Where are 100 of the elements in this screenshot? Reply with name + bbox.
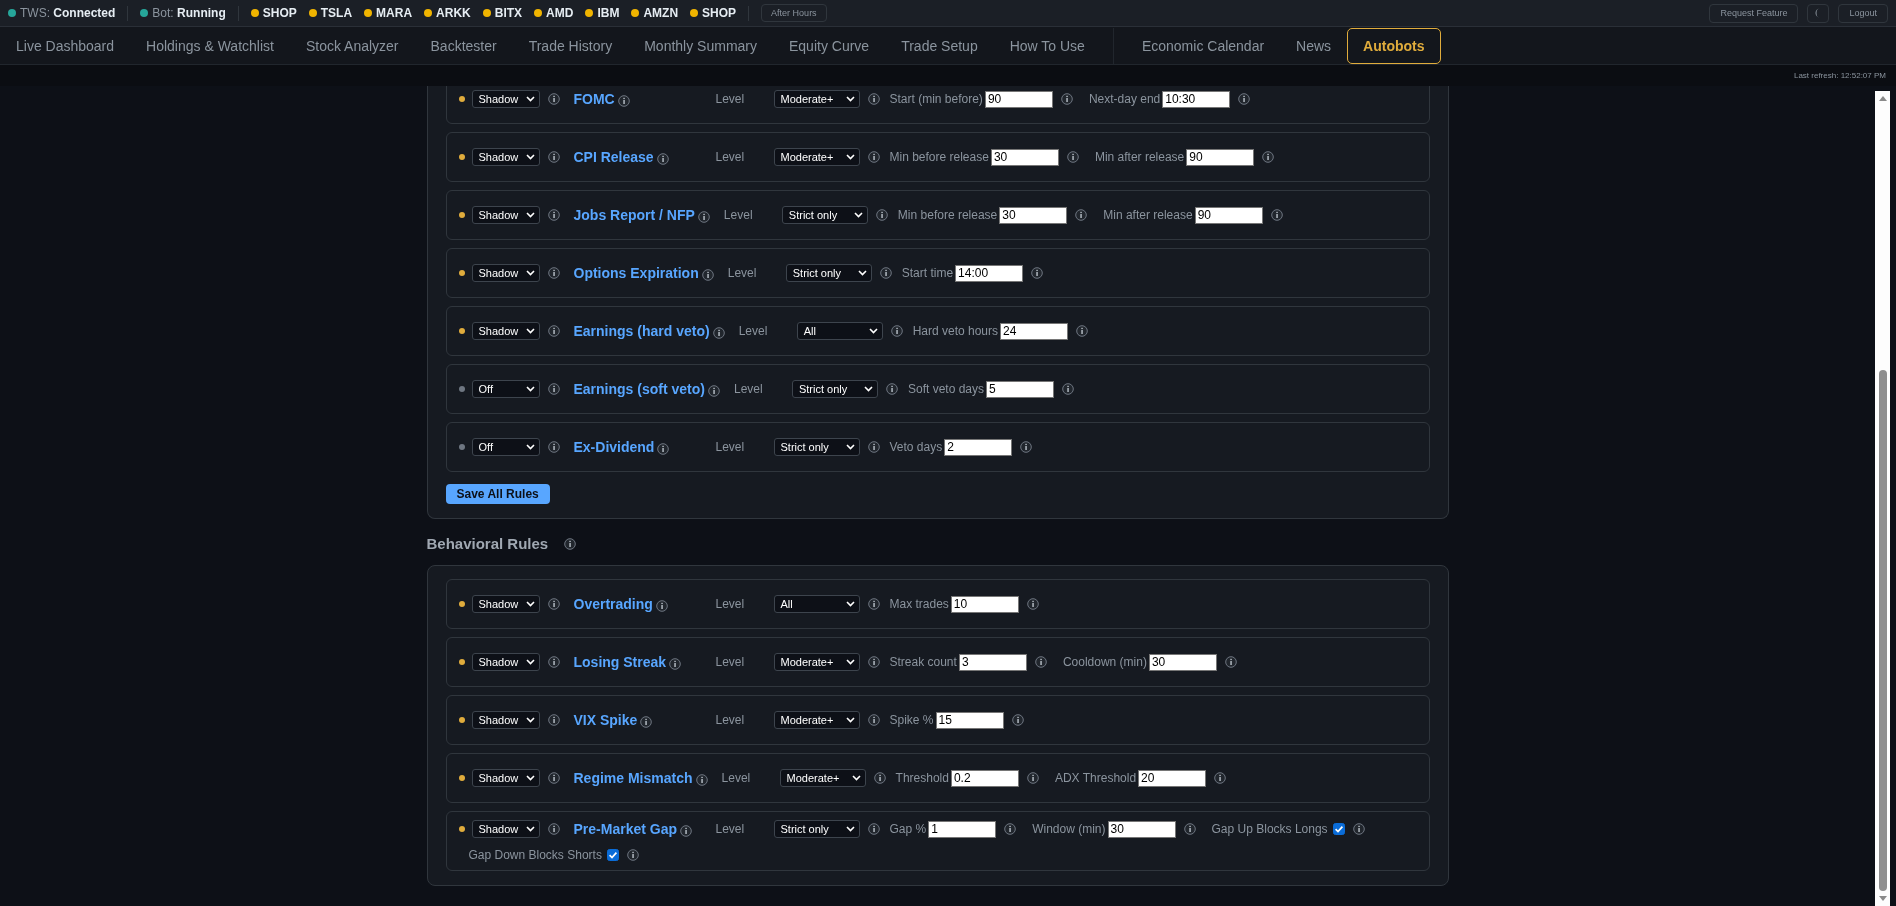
info-icon[interactable] <box>1026 598 1039 610</box>
nav-tab[interactable]: Monthly Summary <box>628 27 773 64</box>
info-icon[interactable] <box>1183 823 1196 835</box>
info-icon[interactable] <box>669 657 682 670</box>
info-icon[interactable] <box>867 93 880 105</box>
info-icon[interactable] <box>1020 441 1033 453</box>
input-field[interactable]: 30 <box>1107 820 1176 838</box>
info-icon[interactable] <box>873 772 886 784</box>
nav-tab[interactable]: Holdings & Watchlist <box>130 27 290 64</box>
mode-select[interactable]: Shadow <box>471 264 540 282</box>
scroll-down-icon[interactable] <box>1877 895 1888 902</box>
input-field[interactable]: 3 <box>958 653 1027 671</box>
checkbox[interactable] <box>1332 823 1345 835</box>
info-icon[interactable] <box>1026 772 1039 784</box>
logout-button[interactable]: Logout <box>1838 3 1888 23</box>
input-field[interactable]: 0.2 <box>950 769 1019 787</box>
info-icon[interactable] <box>1238 93 1251 105</box>
level-select[interactable]: Strict only <box>791 380 878 398</box>
scroll-up-icon[interactable] <box>1877 95 1888 102</box>
mode-select[interactable]: Shadow <box>471 148 540 166</box>
mode-select[interactable]: Shadow <box>471 820 540 838</box>
info-icon[interactable] <box>867 656 880 668</box>
level-select[interactable]: Moderate+ <box>773 148 860 166</box>
input-field[interactable]: 90 <box>1186 148 1255 166</box>
nav-tab[interactable]: Economic Calendar <box>1125 27 1281 64</box>
nav-tab[interactable]: Equity Curve <box>773 27 886 64</box>
input-field[interactable]: 5 <box>986 380 1054 398</box>
info-icon[interactable] <box>547 267 560 279</box>
mode-select[interactable]: Shadow <box>471 206 540 224</box>
nav-tab[interactable]: Trade History <box>512 27 629 64</box>
info-icon[interactable] <box>626 849 639 861</box>
nav-tab[interactable]: How To Use <box>993 27 1101 64</box>
info-icon[interactable] <box>656 152 669 165</box>
checkbox[interactable] <box>606 849 619 861</box>
mode-select[interactable]: Shadow <box>471 653 540 671</box>
level-select[interactable]: All <box>773 595 860 613</box>
level-select[interactable]: Strict only <box>785 264 872 282</box>
nav-tab[interactable]: Live Dashboard <box>0 27 131 64</box>
info-icon[interactable] <box>1076 325 1089 337</box>
level-select[interactable]: Moderate+ <box>773 711 860 729</box>
input-field[interactable]: 10:30 <box>1162 90 1231 108</box>
input-field[interactable]: 90 <box>984 90 1053 108</box>
nav-tab[interactable]: Stock Analyzer <box>289 27 415 64</box>
request-feature-button[interactable]: Request Feature <box>1709 3 1799 23</box>
info-icon[interactable] <box>885 383 898 395</box>
input-field[interactable]: 15 <box>935 711 1004 729</box>
info-icon[interactable] <box>564 537 577 550</box>
input-field[interactable]: 30 <box>1148 653 1217 671</box>
info-icon[interactable] <box>547 441 560 453</box>
mode-select[interactable]: Shadow <box>471 322 540 340</box>
info-icon[interactable] <box>712 326 725 339</box>
info-icon[interactable] <box>657 442 670 455</box>
info-icon[interactable] <box>697 210 710 223</box>
info-icon[interactable] <box>1062 383 1074 395</box>
nav-tab[interactable]: News <box>1280 27 1348 64</box>
input-field[interactable]: 30 <box>990 148 1059 166</box>
info-icon[interactable] <box>1224 656 1237 668</box>
info-icon[interactable] <box>547 823 560 835</box>
level-select[interactable]: Strict only <box>773 438 860 456</box>
info-icon[interactable] <box>695 773 708 786</box>
nav-tab[interactable]: Backtester <box>414 27 513 64</box>
input-field[interactable]: 10 <box>950 595 1019 613</box>
input-field[interactable]: 1 <box>928 820 997 838</box>
info-icon[interactable] <box>1214 772 1227 784</box>
info-icon[interactable] <box>1060 93 1073 105</box>
info-icon[interactable] <box>707 384 720 397</box>
mode-select[interactable]: Off <box>471 438 540 456</box>
mode-select[interactable]: Shadow <box>471 769 540 787</box>
info-icon[interactable] <box>1075 209 1088 221</box>
info-icon[interactable] <box>547 93 560 105</box>
info-icon[interactable] <box>1034 656 1047 668</box>
info-icon[interactable] <box>875 209 888 221</box>
info-icon[interactable] <box>1262 151 1275 163</box>
scrollbar-thumb[interactable] <box>1878 370 1887 891</box>
level-select[interactable]: Strict only <box>781 206 868 224</box>
info-icon[interactable] <box>867 151 880 163</box>
info-icon[interactable] <box>617 94 630 107</box>
info-icon[interactable] <box>640 715 653 728</box>
info-icon[interactable] <box>867 714 880 726</box>
mode-select[interactable]: Off <box>471 380 540 398</box>
info-icon[interactable] <box>1270 209 1283 221</box>
scrollbar[interactable] <box>1875 91 1890 906</box>
level-select[interactable]: Moderate+ <box>773 90 860 108</box>
info-icon[interactable] <box>547 325 560 337</box>
info-icon[interactable] <box>867 441 880 453</box>
info-icon[interactable] <box>547 656 560 668</box>
info-icon[interactable] <box>547 383 560 395</box>
save-button[interactable]: Save All Rules <box>445 484 550 504</box>
info-icon[interactable] <box>879 267 892 279</box>
input-field[interactable]: 14:00 <box>955 264 1024 282</box>
input-field[interactable]: 30 <box>999 206 1068 224</box>
input-field[interactable]: 20 <box>1138 769 1207 787</box>
level-select[interactable]: Moderate+ <box>779 769 866 787</box>
nav-tab[interactable]: Trade Setup <box>885 27 994 64</box>
info-icon[interactable] <box>547 151 560 163</box>
info-icon[interactable] <box>1011 714 1024 726</box>
info-icon[interactable] <box>867 823 880 835</box>
info-icon[interactable] <box>547 772 560 784</box>
nav-tab[interactable]: Autobots <box>1347 27 1441 64</box>
level-select[interactable]: Strict only <box>773 820 860 838</box>
